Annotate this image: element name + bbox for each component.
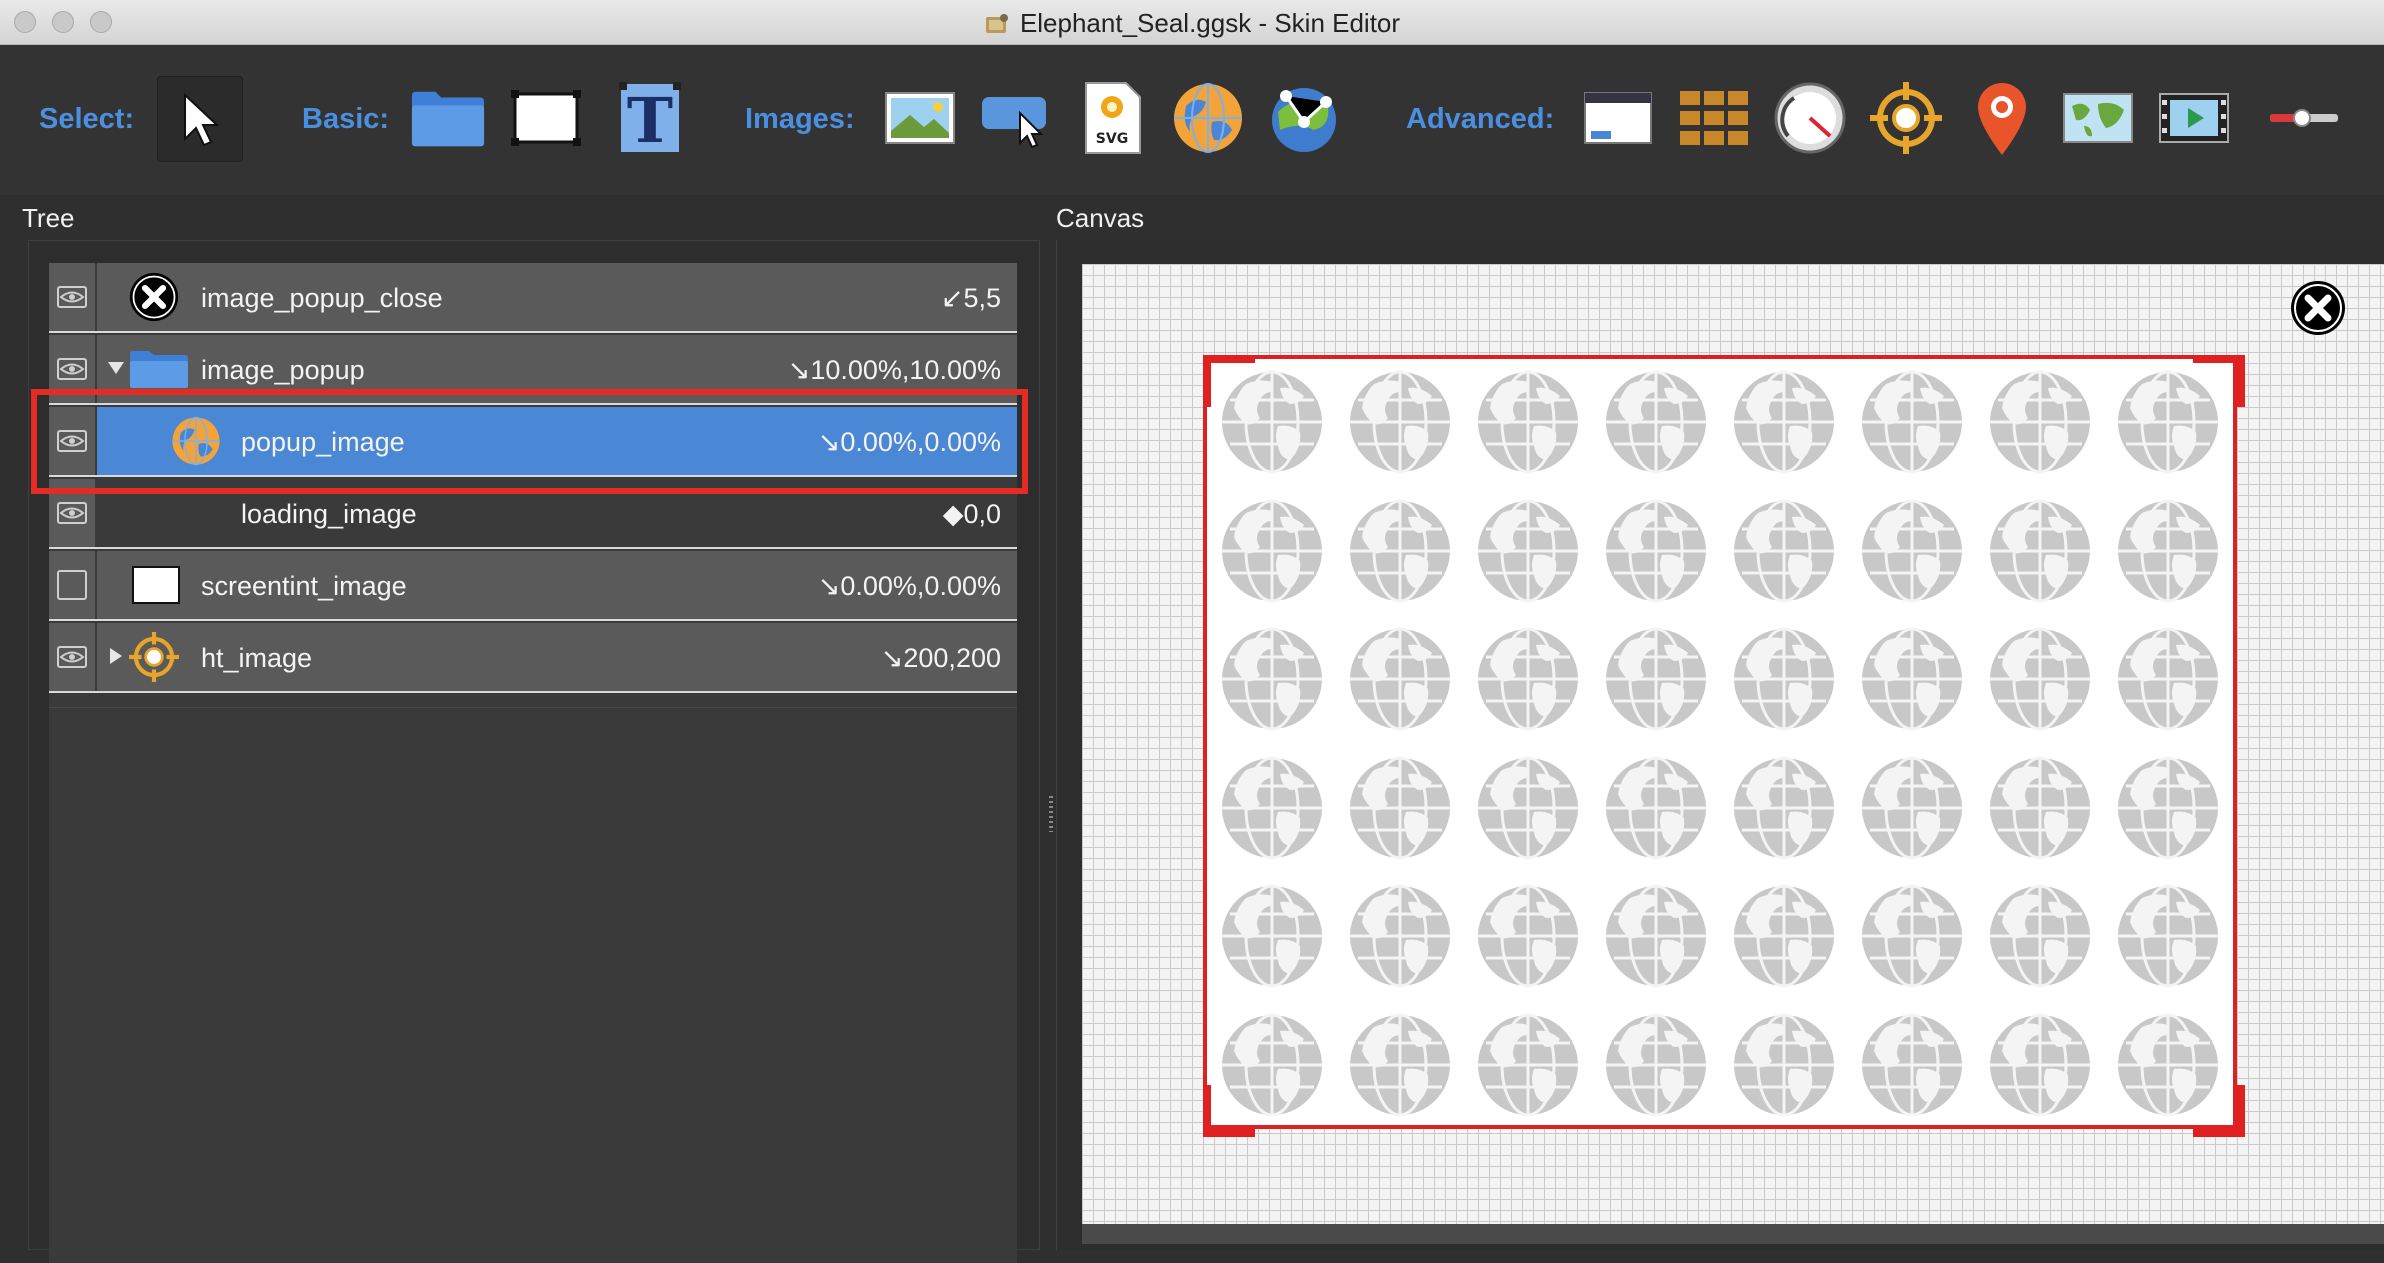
- tree-row-position: ◆0,0: [942, 499, 1001, 529]
- video-icon: [2159, 93, 2229, 143]
- tree-row-image-popup-close[interactable]: image_popup_close ↙5,5: [49, 263, 1017, 333]
- tree-divider: [49, 707, 1017, 708]
- button-cursor-icon: [982, 97, 1046, 149]
- select-label: Select:: [39, 103, 135, 135]
- tree-row-name: loading_image: [241, 499, 417, 529]
- text-icon: T: [619, 82, 681, 154]
- tree-row-position: ↘200,200: [880, 643, 1001, 673]
- resize-handle-top-left[interactable]: [1203, 355, 1255, 407]
- canvas-close-element[interactable]: [2290, 280, 2346, 336]
- tree-row-name: image_popup: [201, 355, 365, 385]
- rectangle-icon: [131, 560, 181, 610]
- folder-icon: [411, 91, 485, 147]
- image-icon: [885, 92, 955, 144]
- toolbar: Select: Basic: T Images: SVG Advanced:: [0, 45, 2384, 195]
- text-glyph: T: [627, 84, 673, 154]
- canvas-scrollbar[interactable]: [1082, 1224, 2384, 1244]
- cloner-globe-icon: [1272, 88, 1336, 152]
- tree-row-name: image_popup_close: [201, 283, 443, 313]
- chevron-right-icon[interactable]: [109, 647, 123, 665]
- map-pin-icon: [1978, 83, 2026, 155]
- canvas-panel-title: Canvas: [1056, 203, 1145, 233]
- visibility-toggle[interactable]: [49, 623, 97, 691]
- tree-row-position: ↙5,5: [940, 283, 1001, 313]
- button-tool-button[interactable]: [978, 80, 1054, 156]
- close-icon: [129, 272, 179, 322]
- tree-row-name: ht_image: [201, 643, 313, 673]
- pointer-arrow-icon: [184, 92, 220, 147]
- popup-selection-frame: [1203, 355, 2237, 1129]
- pin-tool-button[interactable]: [1964, 80, 2040, 156]
- tree-panel-title: Tree: [22, 203, 75, 233]
- visibility-toggle[interactable]: [49, 263, 97, 331]
- resize-handle-bottom-left[interactable]: [1203, 1085, 1255, 1137]
- svg-badge: SVG: [1096, 131, 1128, 147]
- select-tool-button[interactable]: [157, 76, 243, 162]
- hotspot-target-icon: [1870, 82, 1942, 154]
- tree-row-position: ↘10.00%,10.00%: [787, 355, 1001, 385]
- hidden-checkbox-icon: [57, 570, 87, 600]
- rectangle-icon: [511, 90, 581, 146]
- slider-tool-button[interactable]: [2266, 80, 2342, 156]
- eye-icon: [57, 646, 87, 668]
- resize-handle-bottom-right[interactable]: [2193, 1085, 2245, 1137]
- video-tool-button[interactable]: [2156, 80, 2232, 156]
- rectangle-tool-button[interactable]: [508, 80, 584, 156]
- eye-icon: [57, 286, 87, 308]
- window-title-text: Elephant_Seal.ggsk - Skin Editor: [1019, 8, 1401, 38]
- advanced-label: Advanced:: [1406, 103, 1555, 135]
- container-tool-button[interactable]: [410, 80, 486, 156]
- grid-cloner-icon: [1680, 91, 1748, 145]
- images-label: Images:: [745, 103, 855, 135]
- window-icon: [1584, 92, 1652, 144]
- globe-panorama-icon: [1174, 83, 1242, 153]
- tree-row-name: screentint_image: [201, 571, 407, 601]
- svg-tool-button[interactable]: SVG: [1074, 80, 1150, 156]
- hotspot-target-icon: [129, 632, 179, 682]
- eye-icon: [57, 358, 87, 380]
- panorama-tool-button[interactable]: [1170, 80, 1246, 156]
- cloner-tool-button[interactable]: [1266, 80, 1342, 156]
- image-tool-button[interactable]: [882, 80, 958, 156]
- basic-label: Basic:: [302, 103, 390, 135]
- document-icon: [985, 14, 1008, 33]
- grid-tool-button[interactable]: [1676, 80, 1752, 156]
- tree-row-screentint-image[interactable]: screentint_image ↘0.00%,0.00%: [49, 551, 1017, 621]
- dial-icon: [1774, 82, 1846, 154]
- visibility-toggle[interactable]: [49, 551, 97, 619]
- title-bar: Elephant_Seal.ggsk - Skin Editor: [0, 0, 2384, 45]
- panel-splitter-handle[interactable]: [1049, 796, 1053, 832]
- chevron-down-icon[interactable]: [107, 361, 125, 375]
- tree-row-position: ↘0.00%,0.00%: [817, 571, 1001, 601]
- svg-icon: SVG: [1085, 82, 1141, 154]
- dial-tool-button[interactable]: [1772, 80, 1848, 156]
- slider-icon: [2270, 109, 2338, 127]
- eye-icon: [57, 502, 87, 524]
- map-tool-button[interactable]: [2060, 80, 2136, 156]
- text-tool-button[interactable]: T: [612, 80, 688, 156]
- selection-highlight-annotation: [31, 389, 1028, 494]
- close-icon: [2291, 281, 2345, 335]
- map-icon: [2063, 93, 2133, 143]
- window-tool-button[interactable]: [1580, 80, 1656, 156]
- tree-row-ht-image[interactable]: ht_image ↘200,200: [49, 623, 1017, 693]
- resize-handle-top-right[interactable]: [2193, 355, 2245, 407]
- hotspot-tool-button[interactable]: [1868, 80, 1944, 156]
- window-title: Elephant_Seal.ggsk - Skin Editor: [0, 8, 2384, 39]
- folder-icon: [129, 344, 189, 394]
